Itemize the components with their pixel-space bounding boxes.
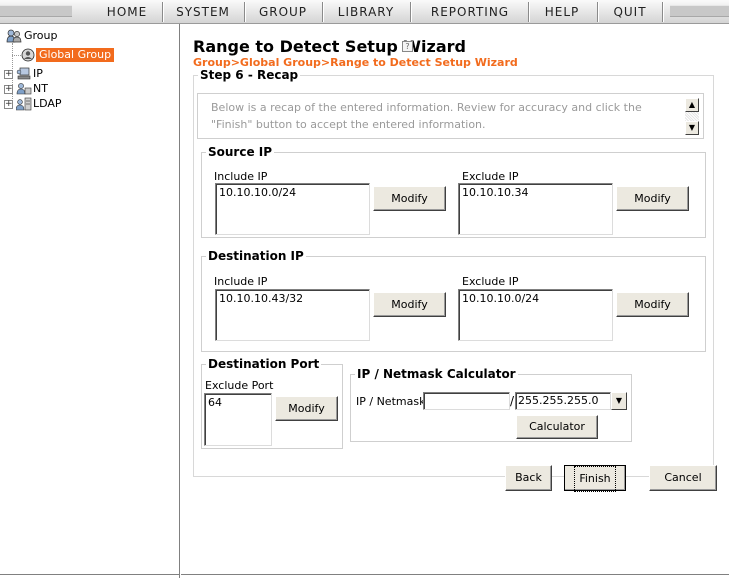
- tree-root[interactable]: Group: [6, 29, 176, 43]
- destination-exclude-modify-button[interactable]: Modify: [616, 292, 689, 317]
- recap-scrollbar[interactable]: ▲ ▼: [685, 98, 699, 135]
- page-title: Range to Detect Setup Wizard: [193, 37, 466, 56]
- nt-group-icon: [16, 82, 32, 96]
- destination-include-label: Include IP: [214, 275, 268, 288]
- group-root-icon: [6, 29, 22, 43]
- nav-right-stub: [670, 5, 729, 17]
- ip-input[interactable]: [423, 392, 510, 410]
- nav-separator: [597, 2, 598, 22]
- destination-port-title: Destination Port: [208, 357, 320, 371]
- nav-library[interactable]: LIBRARY: [326, 3, 406, 21]
- group-tree-panel: Group Global Group + IP + NT + LDAP: [0, 24, 180, 578]
- port-modify-button[interactable]: Modify: [275, 396, 338, 421]
- recap-textarea[interactable]: Below is a recap of the entered informat…: [197, 93, 704, 139]
- step-title: Step 6 - Recap: [200, 68, 299, 82]
- finish-button[interactable]: Finish: [564, 465, 626, 492]
- source-include-modify-button[interactable]: Modify: [373, 186, 446, 211]
- scroll-up-icon[interactable]: ▲: [685, 98, 699, 112]
- expand-icon[interactable]: +: [4, 85, 13, 94]
- calculator-title: IP / Netmask Calculator: [357, 367, 516, 381]
- tree-item-global-group[interactable]: Global Group: [21, 48, 141, 62]
- nav-separator: [322, 2, 323, 22]
- wizard-main: Range to Detect Setup Wizard ? Group>Glo…: [181, 24, 729, 578]
- scroll-track[interactable]: [685, 112, 699, 121]
- expand-icon[interactable]: +: [4, 70, 13, 79]
- calculator-button[interactable]: Calculator: [516, 415, 598, 439]
- nav-help[interactable]: HELP: [532, 3, 592, 21]
- nav-reporting[interactable]: REPORTING: [414, 3, 526, 21]
- top-nav-bar: HOME SYSTEM GROUP LIBRARY REPORTING HELP…: [0, 0, 729, 24]
- tree-item-ldap[interactable]: + LDAP: [4, 97, 104, 111]
- tree-item-label: IP: [33, 67, 43, 80]
- exclude-port-list[interactable]: 64: [204, 393, 272, 446]
- tree-root-label: Group: [24, 29, 58, 42]
- destination-include-list[interactable]: 10.10.10.43/32: [215, 289, 370, 341]
- destination-include-modify-button[interactable]: Modify: [373, 292, 446, 317]
- tree-item-label: NT: [33, 82, 48, 95]
- finish-button-label: Finish: [574, 466, 616, 492]
- scroll-down-icon[interactable]: ▼: [685, 121, 699, 135]
- cancel-button[interactable]: Cancel: [649, 465, 717, 491]
- destination-ip-title: Destination IP: [208, 249, 304, 263]
- global-group-icon: [21, 48, 35, 62]
- tree-connector: [12, 55, 21, 56]
- nav-separator: [410, 2, 411, 22]
- nav-separator: [662, 2, 663, 22]
- recap-text: Below is a recap of the entered informat…: [211, 101, 642, 131]
- nav-group[interactable]: GROUP: [248, 3, 318, 21]
- expand-icon[interactable]: +: [4, 100, 13, 109]
- ip-netmask-label: IP / Netmask: [356, 395, 426, 408]
- chevron-down-icon[interactable]: ▼: [611, 392, 627, 410]
- destination-exclude-label: Exclude IP: [462, 275, 519, 288]
- netmask-select[interactable]: 255.255.255.0: [515, 392, 611, 410]
- source-ip-title: Source IP: [208, 145, 273, 159]
- nav-separator: [244, 2, 245, 22]
- nav-separator: [162, 2, 163, 22]
- help-icon[interactable]: ?: [402, 41, 413, 52]
- source-exclude-list[interactable]: 10.10.10.34: [458, 183, 613, 235]
- tree-panel-bottom-border: [0, 574, 180, 578]
- tree-item-ip[interactable]: + IP: [4, 67, 104, 81]
- tree-item-nt[interactable]: + NT: [4, 82, 104, 96]
- netmask-separator: /: [510, 394, 515, 408]
- destination-exclude-list[interactable]: 10.10.10.0/24: [458, 289, 613, 341]
- main-bottom-border: [181, 574, 729, 575]
- nav-home[interactable]: HOME: [92, 3, 162, 21]
- nav-separator: [528, 2, 529, 22]
- ip-group-icon: [16, 67, 32, 81]
- nav-system[interactable]: SYSTEM: [166, 3, 240, 21]
- source-exclude-modify-button[interactable]: Modify: [616, 186, 689, 211]
- ldap-group-icon: [15, 97, 32, 111]
- nav-left-stub: [0, 5, 72, 17]
- nav-quit[interactable]: QUIT: [601, 3, 659, 21]
- back-button[interactable]: Back: [505, 465, 552, 491]
- tree-item-label: Global Group: [36, 48, 115, 62]
- tree-item-label: LDAP: [33, 97, 62, 110]
- exclude-port-label: Exclude Port: [205, 379, 274, 392]
- source-exclude-label: Exclude IP: [462, 170, 519, 183]
- source-include-label: Include IP: [214, 170, 268, 183]
- source-include-list[interactable]: 10.10.10.0/24: [215, 183, 370, 235]
